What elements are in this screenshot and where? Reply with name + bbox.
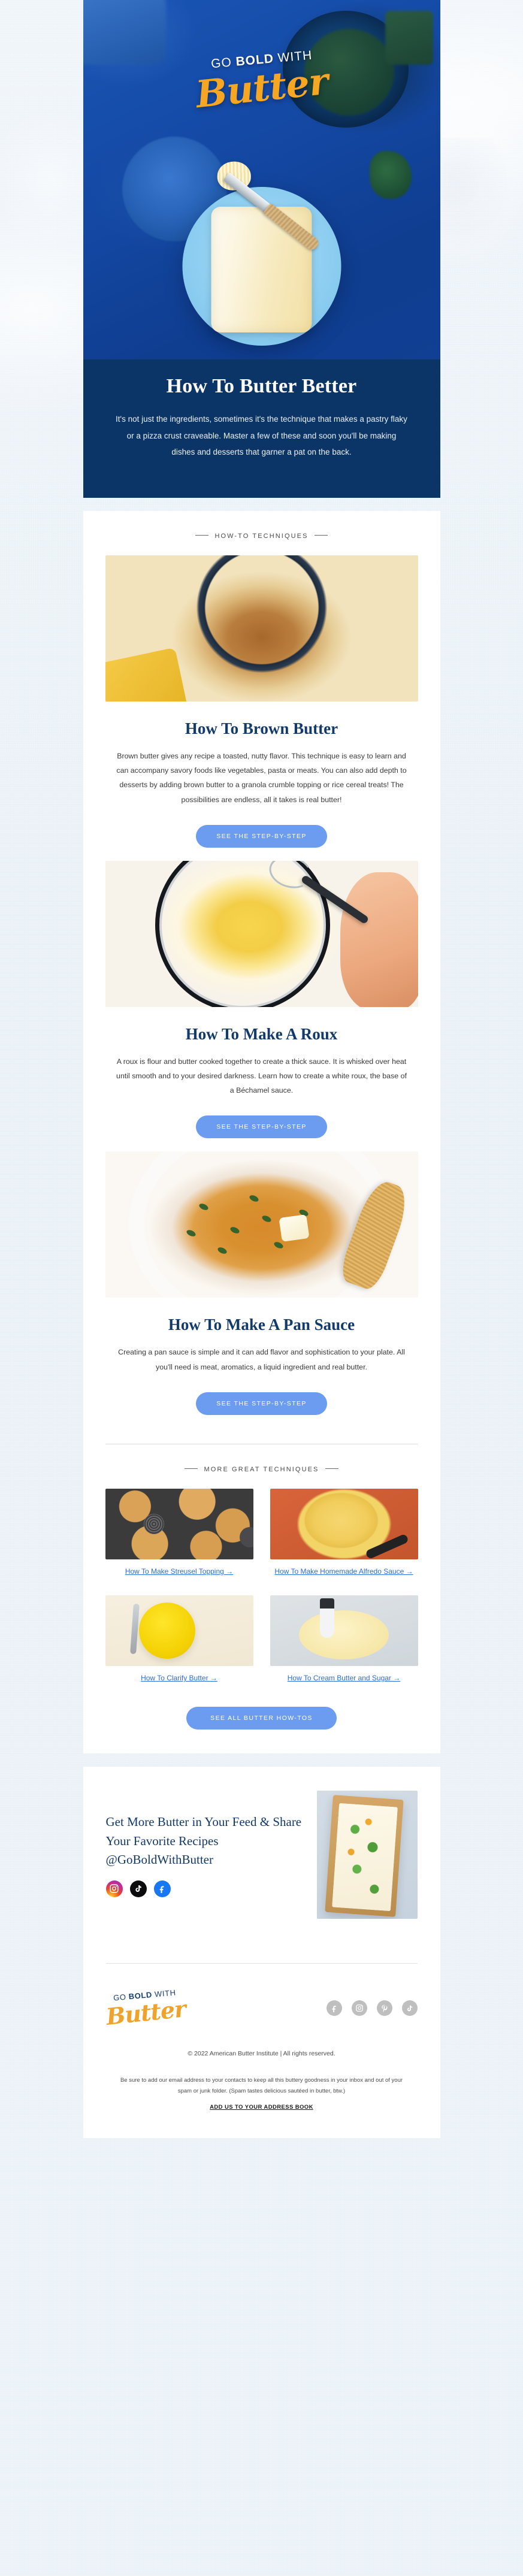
footer-section: GO BOLD WITH Butter © 2022 American Butt… — [83, 1943, 440, 2138]
technique-pan-sauce: How To Make A Pan Sauce Creating a pan s… — [83, 1151, 440, 1428]
whisk-icon — [300, 875, 370, 925]
brand-logo: GO BOLD WITH Butter — [83, 49, 440, 117]
email-wrapper: GO BOLD WITH Butter How To Butter Better… — [0, 0, 523, 2154]
social-cta-text-block: Get More Butter in Your Feed & Share You… — [105, 1813, 305, 1897]
social-cta-section: Get More Butter in Your Feed & Share You… — [83, 1767, 440, 1943]
techniques-card: HOW-TO TECHNIQUES How To Brown Butter Br… — [83, 511, 440, 1754]
tiktok-icon[interactable] — [401, 2000, 418, 2016]
technique-image-brown-butter — [105, 555, 418, 702]
tiktok-icon[interactable] — [129, 1880, 147, 1897]
hero-title: How To Butter Better — [166, 375, 357, 397]
social-cta-title: Get More Butter in Your Feed & Share You… — [105, 1815, 302, 1867]
section-label-text: MORE GREAT TECHNIQUES — [204, 1465, 319, 1473]
technique-body: Brown butter gives any recipe a toasted,… — [116, 752, 407, 804]
technique-cta-row: SEE THE STEP-BY-STEP — [83, 1374, 440, 1420]
technique-brown-butter: How To Brown Butter Brown butter gives a… — [83, 555, 440, 861]
divider-dash-right — [314, 535, 328, 536]
technique-cta-row: SEE THE STEP-BY-STEP — [83, 1097, 440, 1143]
grid-item[interactable]: How To Make Homemade Alfredo Sauce → — [270, 1488, 418, 1579]
footer-link-row: ADD US TO YOUR ADDRESS BOOK — [106, 2097, 418, 2112]
hero-section: GO BOLD WITH Butter How To Butter Better… — [83, 0, 440, 498]
hero-text-block: How To Butter Better It's not just the i… — [83, 359, 440, 498]
technique-image-pan-sauce — [105, 1151, 418, 1298]
grid-link-alfredo-sauce[interactable]: How To Make Homemade Alfredo Sauce → — [272, 1565, 415, 1577]
see-step-by-step-button[interactable]: SEE THE STEP-BY-STEP — [196, 1392, 327, 1415]
technique-title: How To Brown Butter — [185, 719, 338, 738]
grid-link-clarify-butter[interactable]: How To Clarify Butter → — [138, 1672, 220, 1684]
footer-copyright: © 2022 American Butter Institute | All r… — [188, 2050, 335, 2058]
hero-image: GO BOLD WITH Butter — [83, 0, 440, 359]
grid-link-streusel-topping[interactable]: How To Make Streusel Topping → — [123, 1565, 235, 1577]
technique-image-roux — [105, 860, 418, 1007]
footer-divider — [105, 1963, 418, 1964]
section-label-how-to-techniques: HOW-TO TECHNIQUES — [83, 511, 440, 555]
see-all-butter-how-tos-button[interactable]: SEE ALL BUTTER HOW-TOS — [186, 1707, 337, 1730]
grid-image-clarify-butter — [105, 1595, 253, 1667]
divider-dash-right — [325, 1468, 338, 1469]
section-label-text: HOW-TO TECHNIQUES — [214, 533, 309, 540]
pinterest-icon[interactable] — [376, 2000, 392, 2016]
divider-dash-left — [195, 535, 209, 536]
technique-title: How To Make A Roux — [185, 1024, 338, 1043]
see-step-by-step-button[interactable]: SEE THE STEP-BY-STEP — [196, 1115, 327, 1139]
social-cta-icon-row — [105, 1880, 305, 1897]
grid-link-cream-butter-sugar[interactable]: How To Cream Butter and Sugar → — [285, 1672, 403, 1684]
facebook-icon[interactable] — [326, 2000, 342, 2016]
hero-subtitle: It's not just the ingredients, sometimes… — [116, 415, 407, 457]
technique-cta-row: SEE THE STEP-BY-STEP — [83, 807, 440, 852]
footer-spacer — [83, 2138, 440, 2154]
footer-top-row: GO BOLD WITH Butter — [105, 1988, 418, 2030]
technique-title: How To Make A Pan Sauce — [168, 1316, 355, 1334]
email-content-column: GO BOLD WITH Butter How To Butter Better… — [83, 0, 440, 2154]
grid-item[interactable]: How To Make Streusel Topping → — [105, 1488, 253, 1579]
footer-social-icons — [326, 2000, 418, 2016]
facebook-icon[interactable] — [153, 1880, 171, 1897]
grid-item[interactable]: How To Cream Butter and Sugar → — [270, 1595, 418, 1685]
technique-body: A roux is flour and butter cooked togeth… — [116, 1057, 407, 1095]
section-label-more-great-techniques: MORE GREAT TECHNIQUES — [83, 1444, 440, 1489]
instagram-icon[interactable] — [105, 1880, 123, 1897]
see-step-by-step-button[interactable]: SEE THE STEP-BY-STEP — [196, 824, 327, 848]
divider-dash-left — [185, 1468, 198, 1469]
see-all-cta-row: SEE ALL BUTTER HOW-TOS — [83, 1685, 440, 1747]
technique-roux: How To Make A Roux A roux is flour and b… — [83, 860, 440, 1152]
grid-image-alfredo-sauce — [270, 1488, 418, 1559]
grid-image-cream-butter-sugar — [270, 1595, 418, 1667]
add-to-address-book-link[interactable]: ADD US TO YOUR ADDRESS BOOK — [210, 2104, 313, 2111]
footer-legal-text: Be sure to add our email address to your… — [120, 2077, 403, 2095]
grid-item[interactable]: How To Clarify Butter → — [105, 1595, 253, 1685]
social-cta-image — [316, 1791, 418, 1919]
instagram-icon[interactable] — [351, 2000, 367, 2016]
technique-body: Creating a pan sauce is simple and it ca… — [118, 1348, 405, 1371]
more-techniques-grid: How To Make Streusel Topping → How To Ma… — [105, 1488, 418, 1686]
grid-image-streusel-topping — [105, 1488, 253, 1559]
footer-brand-logo: GO BOLD WITH Butter — [105, 1988, 187, 2030]
